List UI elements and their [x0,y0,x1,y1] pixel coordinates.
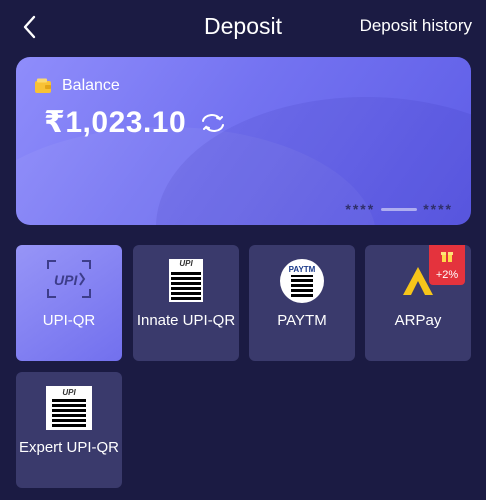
method-label: PAYTM [277,312,327,329]
method-label: ARPay [394,312,442,329]
upi-scan-icon: UPI [47,260,91,298]
method-arpay[interactable]: +2% ARPay [365,245,471,361]
balance-amount: ₹1,023.10 [44,106,187,139]
method-innate-upi-qr[interactable]: UPI Innate UPI-QR [133,245,239,361]
method-label: UPI-QR [42,312,96,329]
balance-amount-row: ₹1,023.10 [44,105,226,140]
svg-text:UPI: UPI [54,272,78,288]
balance-label: Balance [62,77,120,94]
method-expert-upi-qr[interactable]: UPI Expert UPI-QR [16,372,122,488]
method-upi-qr[interactable]: UPI UPI-QR [16,245,122,361]
header: Deposit Deposit history [0,0,486,54]
method-icon-wrap: UPI [133,259,239,303]
mask-right: **** [423,201,453,217]
method-label: Innate UPI-QR [136,312,236,329]
method-paytm[interactable]: PAYTM PAYTM [249,245,355,361]
bonus-badge: +2% [429,245,465,285]
balance-card: Balance ₹1,023.10 **** **** [16,57,471,225]
upi-qr-icon: UPI [169,259,203,303]
method-icon-wrap: UPI [16,386,122,430]
mask-left: **** [345,201,376,217]
method-label: Expert UPI-QR [18,439,120,456]
paytm-qr-icon: PAYTM [280,259,324,303]
wallet-icon [35,78,51,93]
refresh-button[interactable] [200,113,226,133]
upi-qr-icon: UPI [46,386,92,430]
deposit-history-link[interactable]: Deposit history [360,16,472,36]
gift-icon [441,252,453,262]
refresh-icon [202,113,225,132]
method-icon-wrap: PAYTM [249,259,355,303]
bonus-percent: +2% [435,269,459,281]
balance-header: Balance [34,77,120,95]
method-icon-wrap: UPI [16,259,122,303]
mask-divider [381,207,418,211]
card-number-mask: **** **** [345,201,453,217]
